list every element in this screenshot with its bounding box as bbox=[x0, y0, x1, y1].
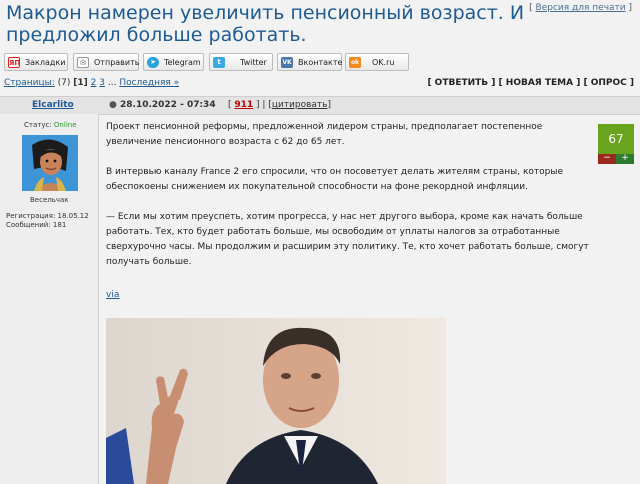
post-paragraph: В интервью каналу France 2 его спросили,… bbox=[106, 167, 564, 192]
quote-link[interactable]: цитировать bbox=[272, 100, 328, 110]
post-number-link[interactable]: 911 bbox=[234, 100, 253, 110]
share-button-vk[interactable]: VK Вконтакте bbox=[277, 53, 342, 71]
share-button-bookmarks[interactable]: ЯП Закладки bbox=[4, 53, 68, 71]
share-label: Отправить bbox=[94, 58, 140, 67]
page-current: [1] bbox=[73, 78, 88, 88]
user-info: Регистрация: 18.05.12 Сообщений: 181 bbox=[6, 212, 89, 230]
post-author[interactable]: Elcarlito bbox=[32, 100, 74, 110]
pages-label[interactable]: Страницы: bbox=[4, 78, 55, 88]
user-status: Статус: Online bbox=[24, 121, 77, 129]
topic-actions: [ ОТВЕТИТЬ ] [ НОВАЯ ТЕМА ] [ ОПРОС ] bbox=[427, 78, 634, 88]
share-label: OK.ru bbox=[372, 58, 395, 67]
post-meta: [ 911 ] | [цитировать] bbox=[228, 100, 331, 110]
post-paragraph: — Если мы хотим преуспеть, хотим прогрес… bbox=[106, 212, 589, 267]
vk-icon: VK bbox=[281, 57, 293, 68]
page-last-link[interactable]: Последняя » bbox=[119, 78, 179, 88]
share-label: Telegram bbox=[164, 58, 201, 67]
post-header: Elcarlito ● 28.10.2022 - 07:34 [ 911 ] |… bbox=[0, 96, 640, 115]
rating-minus-button[interactable]: − bbox=[598, 154, 616, 164]
reply-button[interactable]: [ ОТВЕТИТЬ ] bbox=[427, 78, 495, 88]
pages-ellipsis: ... bbox=[107, 78, 117, 88]
print-version-link[interactable]: Версия для печати bbox=[536, 3, 626, 13]
avatar[interactable] bbox=[22, 135, 78, 191]
new-topic-button[interactable]: [ НОВАЯ ТЕМА ] bbox=[499, 78, 581, 88]
post-date-bullet: ● bbox=[109, 100, 117, 110]
page-2-link[interactable]: 2 bbox=[91, 78, 97, 88]
share-label: Twitter bbox=[240, 58, 267, 67]
post-photo bbox=[106, 318, 446, 484]
topic-header: Макрон намерен увеличить пенсионный возр… bbox=[0, 0, 640, 48]
page-3-link[interactable]: 3 bbox=[99, 78, 105, 88]
pages-count: (7) bbox=[57, 78, 71, 88]
avatar-cartoon-icon bbox=[22, 135, 78, 191]
print-version: [ Версия для печати ] bbox=[529, 3, 632, 13]
telegram-icon: ➤ bbox=[147, 57, 159, 68]
rating-plus-button[interactable]: + bbox=[616, 154, 634, 164]
post-rating: 67 − + bbox=[598, 124, 634, 164]
share-button-twitter[interactable]: t Twitter bbox=[209, 53, 273, 71]
share-label: Закладки bbox=[25, 58, 66, 67]
user-registration: Регистрация: 18.05.12 bbox=[6, 212, 89, 220]
yandex-bookmarks-icon: ЯП bbox=[8, 57, 21, 68]
share-button-send[interactable]: ✉ Отправить bbox=[73, 53, 139, 71]
topic-title: Макрон намерен увеличить пенсионный возр… bbox=[6, 2, 525, 46]
share-label: Вконтакте bbox=[298, 58, 343, 67]
status-value: Online bbox=[53, 121, 77, 129]
pagination: Страницы: (7) [1] 2 3 ... Последняя » bbox=[4, 78, 179, 88]
portrait-photo-icon bbox=[106, 318, 446, 484]
user-messages: Сообщений: 181 bbox=[6, 221, 67, 229]
mail-icon: ✉ bbox=[77, 57, 89, 68]
twitter-icon: t bbox=[213, 57, 225, 68]
share-button-ok[interactable]: ok OK.ru bbox=[345, 53, 409, 71]
share-button-telegram[interactable]: ➤ Telegram bbox=[143, 53, 204, 71]
poll-button[interactable]: [ ОПРОС ] bbox=[583, 78, 634, 88]
post-paragraph: Проект пенсионной реформы, предложенной … bbox=[106, 122, 543, 147]
via-link[interactable]: via bbox=[106, 288, 119, 303]
rating-score: 67 bbox=[598, 124, 634, 154]
user-rank: Весельчак bbox=[30, 196, 69, 204]
post-date: ● 28.10.2022 - 07:34 bbox=[109, 100, 216, 110]
post-date-text: 28.10.2022 - 07:34 bbox=[120, 100, 216, 110]
status-label: Статус: bbox=[24, 121, 52, 129]
pagination-bar: Страницы: (7) [1] 2 3 ... Последняя » [ … bbox=[0, 78, 640, 92]
ok-icon: ok bbox=[349, 57, 361, 68]
user-panel: Статус: Online Весельчак Регистрация: 18… bbox=[0, 114, 99, 484]
